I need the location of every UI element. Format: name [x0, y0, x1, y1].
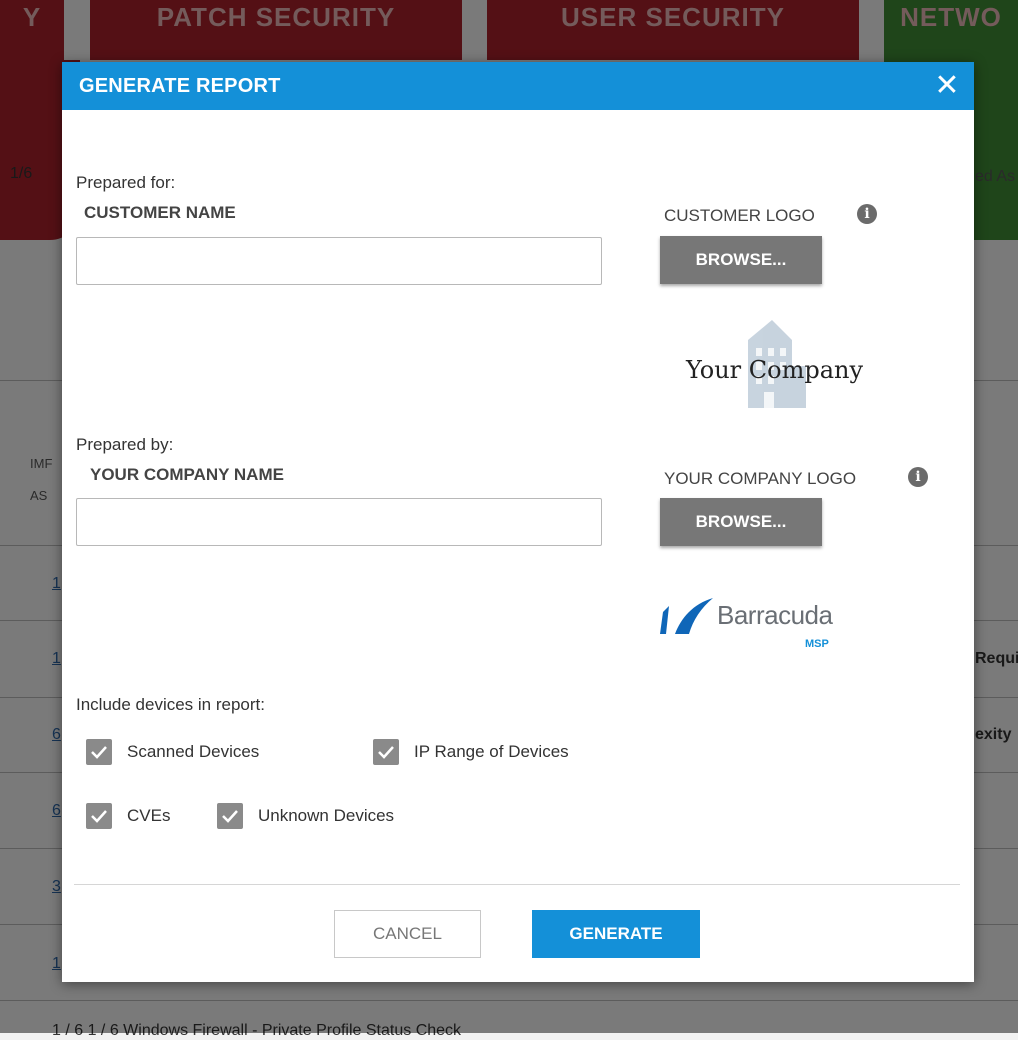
- company-logo-sub: MSP: [805, 638, 829, 650]
- company-name-label: YOUR COMPANY NAME: [90, 465, 284, 484]
- prepared-by-label: Prepared by:: [76, 435, 174, 454]
- customer-logo-browse-button[interactable]: BROWSE...: [660, 236, 822, 284]
- scanned-devices-label: Scanned Devices: [127, 742, 260, 761]
- close-icon[interactable]: ✕: [932, 71, 962, 101]
- ip-range-checkbox[interactable]: [373, 739, 399, 765]
- dialog-title: GENERATE REPORT: [79, 74, 281, 97]
- check-icon: [91, 810, 107, 823]
- unknown-devices-checkbox-row[interactable]: Unknown Devices: [217, 803, 394, 829]
- generate-report-dialog: GENERATE REPORT ✕ Prepared for: CUSTOMER…: [62, 62, 974, 982]
- customer-logo-text: Your Company: [686, 356, 864, 384]
- prepared-for-label: Prepared for:: [76, 173, 176, 192]
- cancel-button[interactable]: CANCEL: [334, 910, 481, 958]
- cves-checkbox[interactable]: [86, 803, 112, 829]
- cves-checkbox-row[interactable]: CVEs: [86, 803, 170, 829]
- unknown-devices-label: Unknown Devices: [258, 806, 395, 825]
- check-icon: [91, 746, 107, 759]
- company-logo-preview: Barracuda MSP: [657, 594, 877, 674]
- customer-logo-preview: Your Company: [680, 318, 900, 408]
- scanned-devices-checkbox-row[interactable]: Scanned Devices: [86, 739, 259, 765]
- company-logo-brand: Barracuda: [717, 600, 833, 630]
- customer-name-input[interactable]: [76, 237, 602, 285]
- cves-label: CVEs: [127, 806, 171, 825]
- customer-logo-label: CUSTOMER LOGO: [664, 206, 815, 225]
- ip-range-checkbox-row[interactable]: IP Range of Devices: [373, 739, 569, 765]
- company-name-input[interactable]: [76, 498, 602, 546]
- generate-button[interactable]: GENERATE: [532, 910, 700, 958]
- info-icon[interactable]: i: [857, 204, 877, 224]
- footer-divider: [74, 884, 960, 885]
- scanned-devices-checkbox[interactable]: [86, 739, 112, 765]
- unknown-devices-checkbox[interactable]: [217, 803, 243, 829]
- ip-range-label: IP Range of Devices: [414, 742, 569, 761]
- customer-name-label: CUSTOMER NAME: [84, 203, 236, 222]
- check-icon: [378, 746, 394, 759]
- check-icon: [222, 810, 238, 823]
- dialog-header: GENERATE REPORT ✕: [62, 62, 974, 110]
- info-icon[interactable]: i: [908, 467, 928, 487]
- include-devices-label: Include devices in report:: [76, 695, 265, 714]
- company-logo-label: YOUR COMPANY LOGO: [664, 469, 857, 488]
- company-logo-browse-button[interactable]: BROWSE...: [660, 498, 822, 546]
